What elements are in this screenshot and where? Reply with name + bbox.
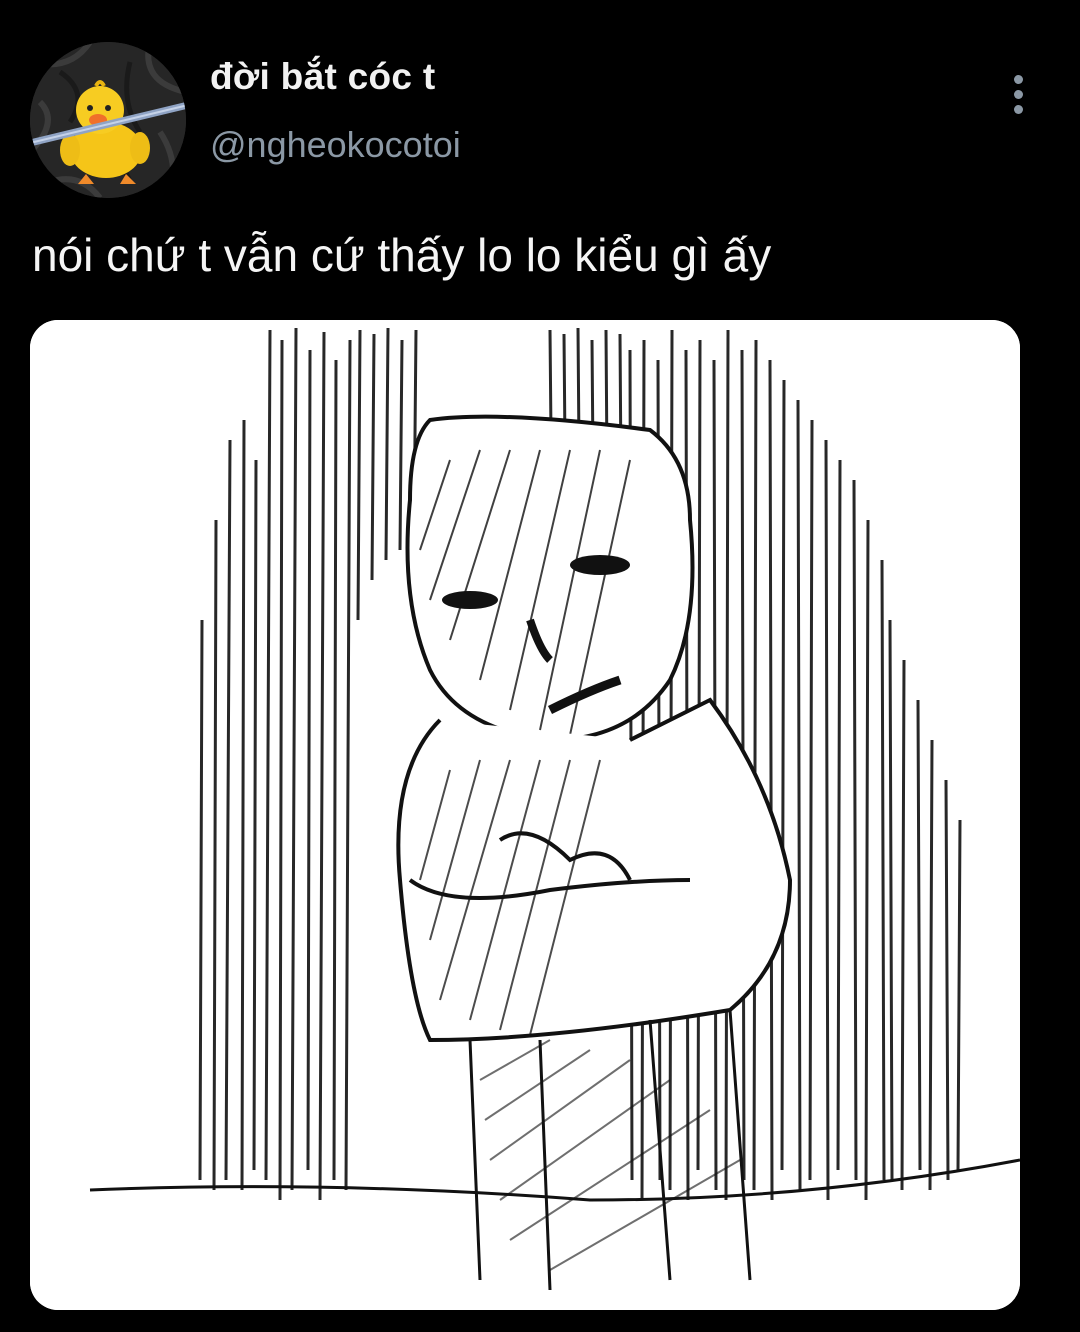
more-options-button[interactable] <box>996 66 1040 122</box>
duck-avatar-icon <box>30 42 186 198</box>
author-handle[interactable]: @ngheokocotoi <box>210 124 461 166</box>
more-vertical-icon <box>1013 74 1023 84</box>
more-vertical-icon-dot <box>1013 89 1023 99</box>
tweet: đời bắt cóc t @ngheokocotoi nói chứ t vẫ… <box>0 0 1080 1332</box>
tweet-media-image[interactable] <box>30 320 1020 1310</box>
author-display-name[interactable]: đời bắt cóc t <box>210 56 436 98</box>
sketch-figure-image <box>30 320 1020 1310</box>
tweet-text: nói chứ t vẫn cứ thấy lo lo kiểu gì ấy <box>32 229 772 281</box>
avatar[interactable] <box>30 42 186 198</box>
more-vertical-icon-dot <box>1013 104 1023 114</box>
